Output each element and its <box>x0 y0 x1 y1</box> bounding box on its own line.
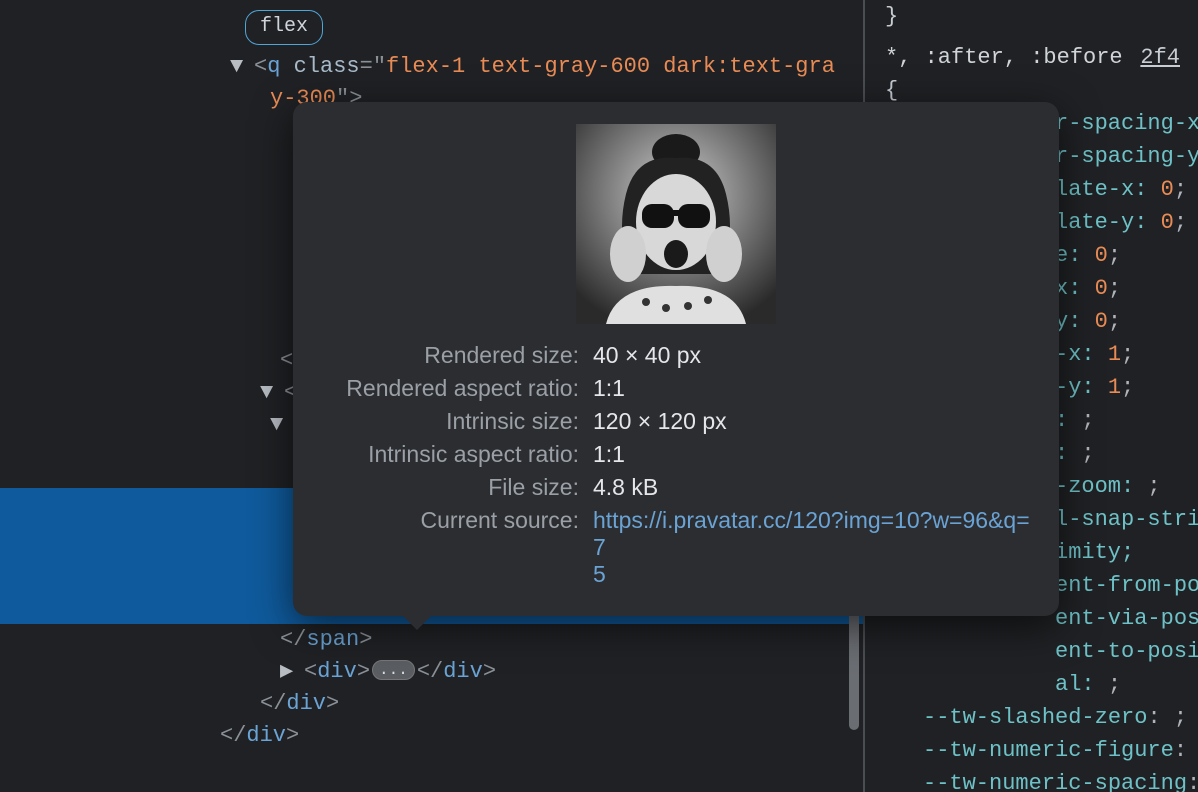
ellipsis-pill[interactable]: ... <box>372 660 415 680</box>
dom-node-div-collapsed[interactable]: ▶<div>...</div> <box>280 656 863 688</box>
tooltip-row-label: Intrinsic aspect ratio: <box>321 441 579 468</box>
tooltip-row-value: 4.8 kB <box>593 474 1031 501</box>
image-info-tooltip: Rendered size: 40 × 40 px Rendered aspect … <box>293 102 1059 616</box>
css-file-ref[interactable]: 2f4 <box>1140 41 1180 74</box>
css-declaration[interactable]: al: ; <box>885 668 1198 701</box>
dom-node-div-close[interactable]: </div> <box>260 688 863 720</box>
tooltip-pointer <box>403 616 431 630</box>
dom-node-q[interactable]: ▼<q class="flex-1 text-gray-600 dark:tex… <box>230 51 863 83</box>
tooltip-row-value: 1:1 <box>593 375 1031 402</box>
css-declaration[interactable]: --tw-slashed-zero: ; <box>885 701 1198 734</box>
tooltip-row-label: Intrinsic size: <box>321 408 579 435</box>
tooltip-row-value: 1:1 <box>593 441 1031 468</box>
disclosure-triangle-down-icon[interactable]: ▼ <box>230 51 248 83</box>
css-declaration[interactable]: --tw-numeric-figure: <box>885 734 1198 767</box>
tooltip-row-label: Rendered size: <box>321 342 579 369</box>
disclosure-triangle-down-icon[interactable]: ▼ <box>270 409 288 441</box>
tooltip-row-label: Rendered aspect ratio: <box>321 375 579 402</box>
tooltip-source-url[interactable]: https://i.pravatar.cc/120?img=10?w=96&q=… <box>593 507 1031 588</box>
css-selector[interactable]: *, :after, :before <box>885 45 1123 70</box>
tooltip-row-value: 120 × 120 px <box>593 408 1031 435</box>
css-declaration[interactable]: ent-to-posi <box>885 635 1198 668</box>
disclosure-triangle-right-icon[interactable]: ▶ <box>280 656 298 688</box>
image-preview-thumbnail <box>576 124 776 324</box>
css-declaration[interactable]: --tw-numeric-spacing: <box>885 767 1198 792</box>
dom-node-div-close-2[interactable]: </div> <box>220 720 863 752</box>
dom-node-span-close[interactable]: </span> <box>280 624 863 656</box>
tooltip-row-label: File size: <box>321 474 579 501</box>
tooltip-source-label: Current source: <box>321 507 579 588</box>
layout-badge-flex[interactable]: flex <box>245 10 323 45</box>
tooltip-row-value: 40 × 40 px <box>593 342 1031 369</box>
css-brace-close: } <box>885 0 1198 33</box>
disclosure-triangle-down-icon[interactable]: ▼ <box>260 377 278 409</box>
